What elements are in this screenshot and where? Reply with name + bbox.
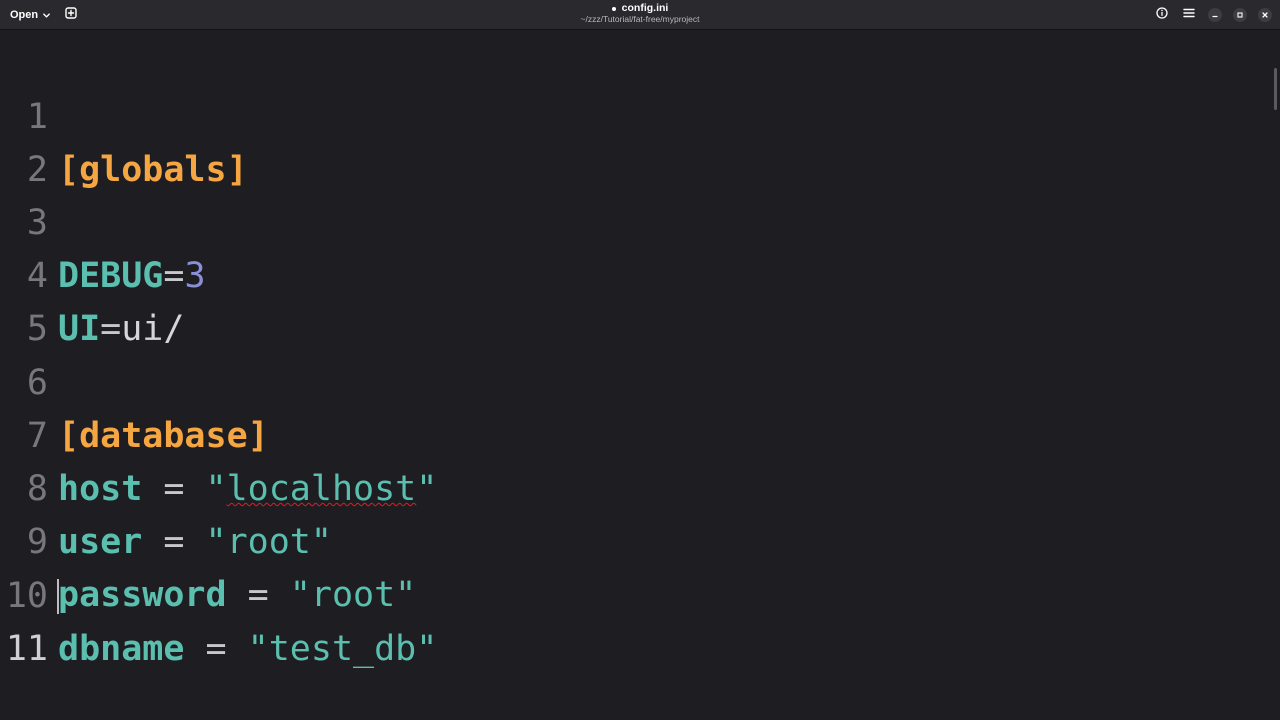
- header-bar: Open config.ini ~/zzz/Tutorial/fat-free/…: [0, 0, 1280, 30]
- vertical-scrollbar[interactable]: [1274, 68, 1277, 110]
- text-cursor: [57, 579, 59, 614]
- hamburger-menu-icon: [1183, 6, 1195, 24]
- code-line[interactable]: 2: [0, 91, 1270, 190]
- line-number: 11: [5, 629, 48, 669]
- code-line[interactable]: 6 [database]: [0, 304, 1270, 456]
- text-editor[interactable]: 1 [globals] 2 3 DEBUG=3 4 UI=ui/ 5 6 [da…: [0, 30, 1280, 720]
- current-code-line[interactable]: 11: [0, 570, 1270, 669]
- minimize-icon: [1211, 6, 1219, 24]
- code-line[interactable]: 10 dbname = "test_db": [0, 517, 1270, 669]
- window-title: config.ini ~/zzz/Tutorial/fat-free/mypro…: [440, 3, 840, 25]
- info-button[interactable]: [1152, 5, 1172, 25]
- open-button-label: Open: [10, 9, 39, 21]
- info-icon: [1156, 6, 1168, 24]
- chevron-down-icon: [42, 11, 51, 20]
- maximize-button[interactable]: [1233, 8, 1247, 22]
- code-line[interactable]: 3 DEBUG=3: [0, 144, 1270, 296]
- code-line[interactable]: 8 user = "root": [0, 410, 1270, 562]
- code-line[interactable]: 5: [0, 250, 1270, 349]
- modified-indicator: [611, 6, 616, 11]
- code-line[interactable]: 4 UI=ui/: [0, 197, 1270, 349]
- line-content: dbname = "test_db": [58, 623, 437, 676]
- open-button[interactable]: Open: [4, 4, 57, 26]
- close-icon: [1261, 6, 1269, 24]
- main-menu-button[interactable]: [1179, 5, 1199, 25]
- document-title: config.ini: [621, 2, 669, 14]
- close-button[interactable]: [1258, 8, 1272, 22]
- assignment-operator: =: [184, 629, 248, 669]
- maximize-icon: [1236, 6, 1244, 24]
- document-path: ~/zzz/Tutorial/fat-free/myproject: [580, 14, 700, 24]
- new-tab-button[interactable]: [61, 5, 81, 25]
- minimize-button[interactable]: [1208, 8, 1222, 22]
- code-line[interactable]: 1 [globals]: [0, 38, 1270, 190]
- new-tab-icon: [65, 6, 77, 24]
- code-line[interactable]: 9 password = "root": [0, 463, 1270, 615]
- code-line[interactable]: 7 host = "localhost": [0, 357, 1270, 509]
- config-value: "test_db": [247, 629, 438, 669]
